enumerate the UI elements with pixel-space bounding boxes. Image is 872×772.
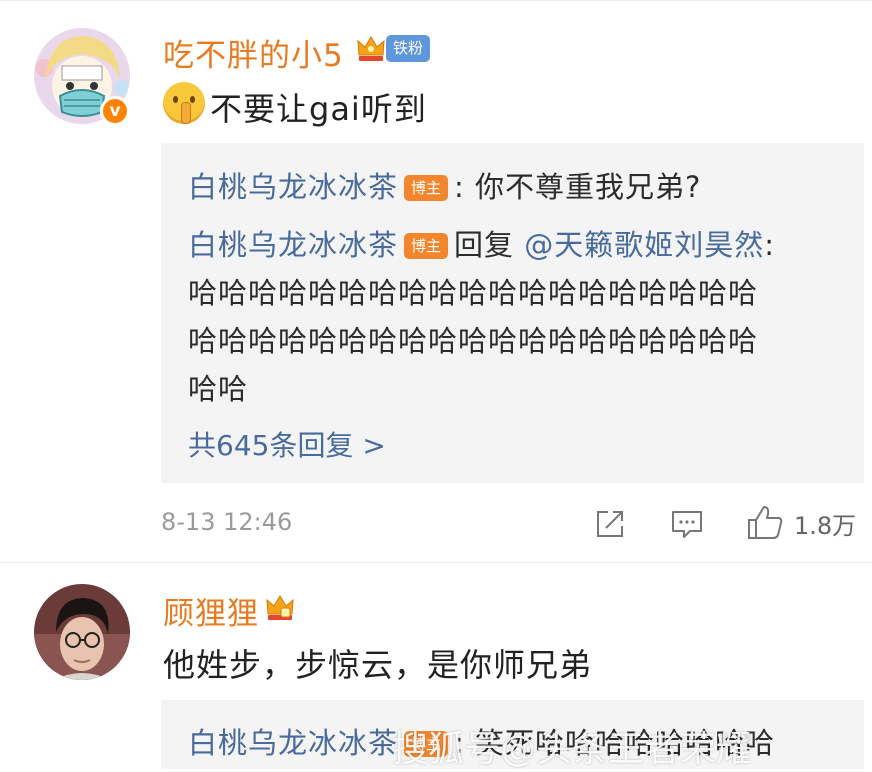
top-divider [0,0,872,1]
fan-badge: 铁粉 [386,35,430,62]
comment-username[interactable]: 顾狸狸 [163,588,259,633]
comment-text: 他姓步，步惊云，是你师兄弟 [163,646,593,684]
reply-text-line: 哈哈哈哈哈哈哈哈哈哈哈哈哈哈哈哈哈哈哈 [188,324,759,358]
owner-badge: 博主 [404,175,449,201]
shush-emoji [163,82,205,124]
reply-author[interactable]: 白桃乌龙冰冰茶 [188,228,398,262]
timestamp: 8-13 12:46 [161,508,293,536]
watermark: 搜狐号@头条王者荣耀 [392,729,753,770]
reply-text-line: 哈哈 [188,372,249,406]
crown-icon [266,595,294,620]
like-count: 1.8万 [794,512,857,540]
comment-username[interactable]: 吃不胖的小5 [163,30,344,75]
mention-suffix: : [764,228,776,262]
avatar-photo [34,584,130,680]
reply-author[interactable]: 白桃乌龙冰冰茶 [188,726,398,760]
mention-link[interactable]: @天籁歌姬刘昊然 [524,228,764,262]
like-icon[interactable] [746,504,784,540]
comment-divider [0,562,872,563]
avatar[interactable] [34,584,130,680]
reply-text-line: 哈哈哈哈哈哈哈哈哈哈哈哈哈哈哈哈哈哈哈 [188,276,759,310]
comment-icon[interactable] [670,508,704,540]
crown-icon [357,36,385,61]
comment-text: 不要让gai听到 [210,90,427,128]
share-icon[interactable] [594,508,626,540]
more-replies-link[interactable]: 共645条回复 > [188,424,386,464]
verified-badge: v [100,96,130,126]
reply-text: : 你不尊重我兄弟? [454,170,702,204]
reply-word: 回复 [454,228,515,262]
owner-badge: 博主 [404,233,449,259]
reply-author[interactable]: 白桃乌龙冰冰茶 [188,170,398,204]
reply-item[interactable]: 白桃乌龙冰冰茶 博主: 你不尊重我兄弟? [188,164,701,206]
reply-item[interactable]: 白桃乌龙冰冰茶 博主 回复 @天籁歌姬刘昊然: [188,222,775,264]
